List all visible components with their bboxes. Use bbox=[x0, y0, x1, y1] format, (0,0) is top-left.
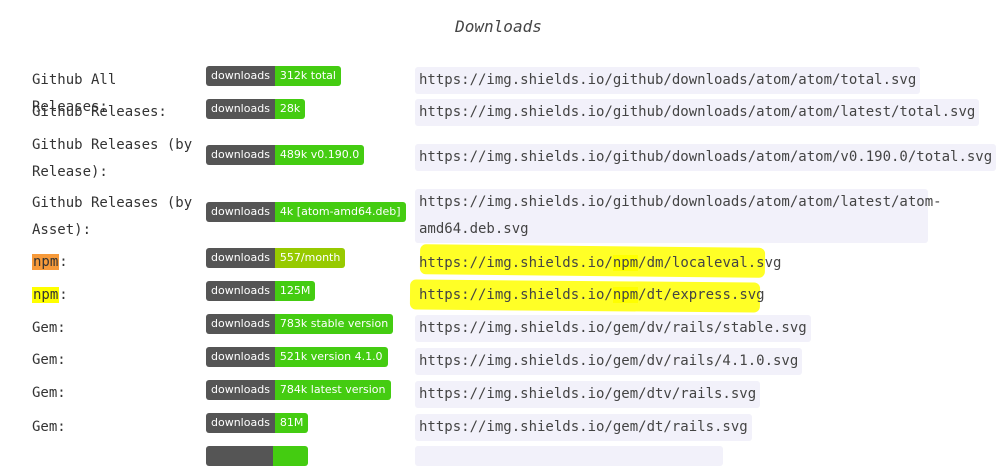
downloads-badge[interactable]: downloads 125M bbox=[206, 281, 316, 301]
url-npm-part: npm bbox=[612, 255, 639, 271]
badge-label: downloads bbox=[206, 202, 275, 222]
badge-label: downloads bbox=[206, 99, 275, 119]
downloads-badge[interactable]: downloads 557/month bbox=[206, 248, 346, 268]
downloads-badge[interactable]: downloads 81M bbox=[206, 413, 309, 433]
badge-value: 81M bbox=[274, 413, 309, 433]
downloads-badge[interactable]: downloads 784k latest version bbox=[206, 380, 391, 400]
downloads-badge[interactable]: downloads 28k bbox=[206, 99, 306, 119]
badge-url[interactable]: https://img.shields.io/github/downloads/… bbox=[415, 67, 921, 94]
row-label: Github Releases: bbox=[32, 104, 167, 120]
downloads-badge-partial[interactable] bbox=[206, 446, 308, 466]
row-label-npm: npm: bbox=[32, 249, 197, 276]
badge-value: 28k bbox=[274, 99, 306, 119]
row-label: Gem: bbox=[32, 320, 66, 336]
downloads-badge[interactable]: downloads 4k [atom-amd64.deb] bbox=[206, 202, 406, 222]
downloads-badge[interactable]: downloads 312k total bbox=[206, 66, 341, 86]
url-part: https://img.shields.io/ bbox=[419, 255, 613, 271]
row-label: Gem: bbox=[32, 352, 66, 368]
badge-url[interactable]: https://img.shields.io/npm/dm/localeval.… bbox=[415, 250, 785, 277]
badge-label: downloads bbox=[206, 314, 275, 334]
downloads-badge[interactable]: downloads 489k v0.190.0 bbox=[206, 145, 365, 165]
url-part: /dt/express.svg bbox=[638, 287, 765, 303]
npm-highlight: npm bbox=[32, 287, 60, 303]
badge-label: downloads bbox=[206, 413, 275, 433]
url-npm-part: npm bbox=[612, 287, 639, 303]
badge-value: 125M bbox=[274, 281, 316, 301]
badge-url[interactable]: https://img.shields.io/github/downloads/… bbox=[415, 144, 997, 171]
badge-value: 783k stable version bbox=[274, 314, 394, 334]
badge-value: 784k latest version bbox=[274, 380, 391, 400]
badge-url[interactable]: https://img.shields.io/gem/dtv/rails.svg bbox=[415, 381, 761, 408]
label-colon: : bbox=[59, 254, 68, 270]
badge-value: 312k total bbox=[274, 66, 341, 86]
row-label: Github Releases (by Asset): bbox=[32, 195, 193, 238]
badge-url[interactable]: https://img.shields.io/gem/dt/rails.svg bbox=[415, 414, 752, 441]
url-part: https://img.shields.io/ bbox=[419, 287, 613, 303]
badge-url[interactable]: https://img.shields.io/gem/dv/rails/stab… bbox=[415, 315, 811, 342]
npm-highlight: npm bbox=[32, 254, 60, 270]
badge-label: downloads bbox=[206, 145, 275, 165]
badge-url-partial[interactable] bbox=[415, 446, 723, 466]
badge-label-partial bbox=[206, 446, 273, 466]
badge-url[interactable]: https://img.shields.io/npm/dt/express.sv… bbox=[415, 282, 769, 309]
badge-value: 557/month bbox=[274, 248, 346, 268]
badge-url[interactable]: https://img.shields.io/github/downloads/… bbox=[415, 99, 980, 126]
label-colon: : bbox=[59, 287, 68, 303]
section-heading-downloads: Downloads bbox=[455, 17, 542, 36]
downloads-badge[interactable]: downloads 783k stable version bbox=[206, 314, 394, 334]
badge-value: 4k [atom-amd64.deb] bbox=[274, 202, 406, 222]
downloads-badge[interactable]: downloads 521k version 4.1.0 bbox=[206, 347, 388, 367]
row-label: Gem: bbox=[32, 385, 66, 401]
url-part: /dm/localeval.svg bbox=[638, 255, 782, 271]
badge-value: 521k version 4.1.0 bbox=[274, 347, 388, 367]
badge-url[interactable]: https://img.shields.io/gem/dv/rails/4.1.… bbox=[415, 348, 803, 375]
row-label: Github Releases (by Release): bbox=[32, 137, 193, 180]
row-label-npm: npm: bbox=[32, 282, 197, 309]
badge-value-partial bbox=[273, 446, 308, 466]
badge-label: downloads bbox=[206, 347, 275, 367]
badge-label: downloads bbox=[206, 281, 275, 301]
badge-value: 489k v0.190.0 bbox=[274, 145, 365, 165]
badge-label: downloads bbox=[206, 380, 275, 400]
badge-label: downloads bbox=[206, 66, 275, 86]
row-label: Gem: bbox=[32, 419, 66, 435]
badge-label: downloads bbox=[206, 248, 275, 268]
badge-url[interactable]: https://img.shields.io/github/downloads/… bbox=[415, 189, 942, 243]
